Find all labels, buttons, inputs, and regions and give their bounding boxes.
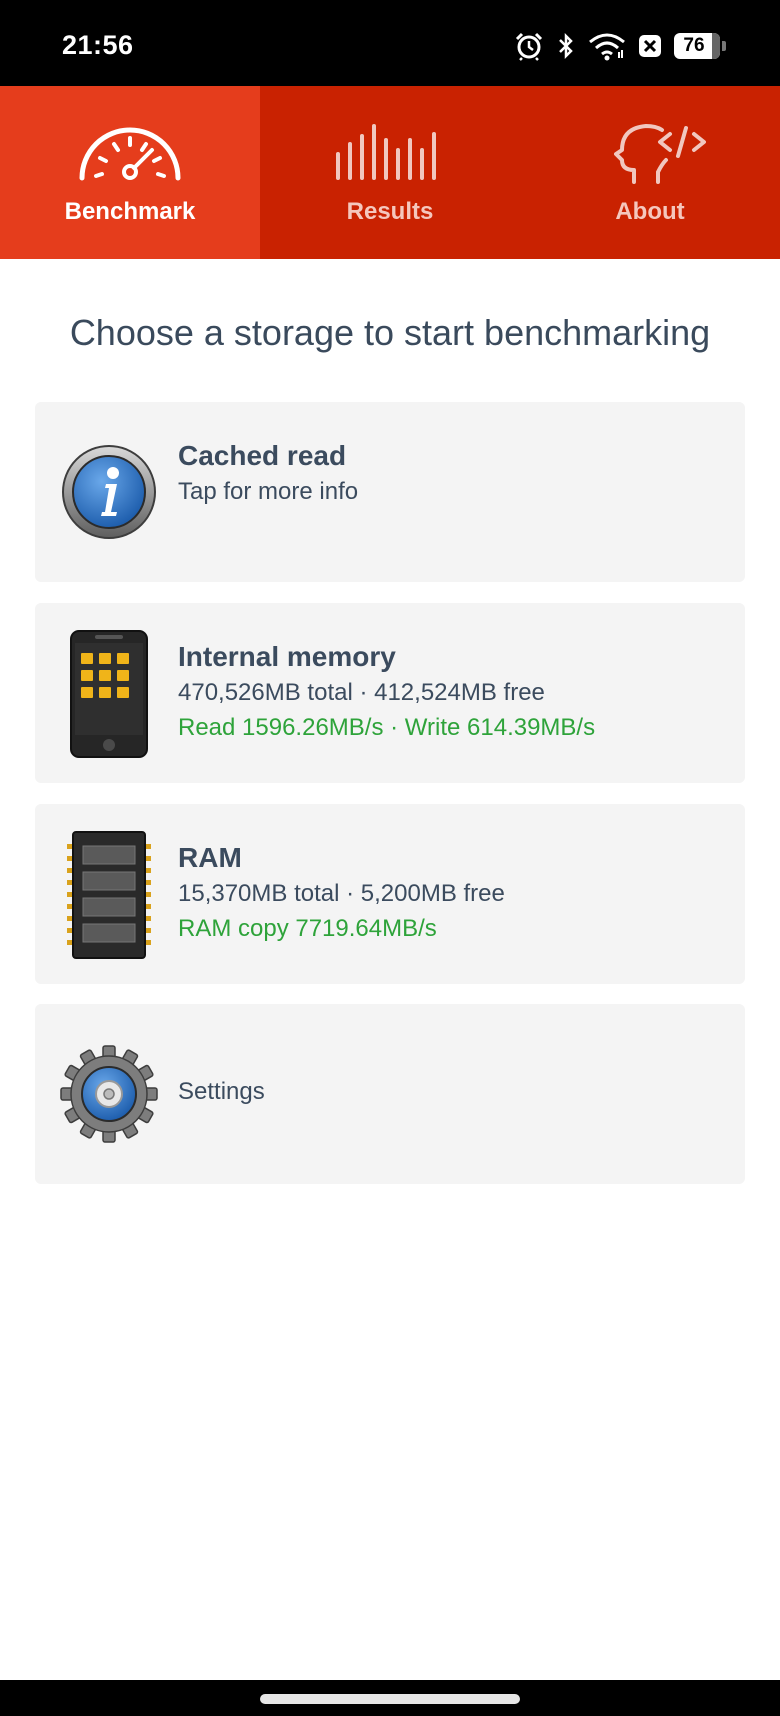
tab-results[interactable]: Results	[260, 86, 520, 259]
home-gesture-handle[interactable]	[260, 1694, 520, 1704]
bars-icon	[334, 120, 446, 184]
gear-icon	[59, 1044, 159, 1144]
tab-label: Results	[346, 198, 434, 225]
cached-read-card[interactable]: Cached read Tap for more info	[35, 402, 745, 582]
phone-icon	[59, 629, 159, 759]
tab-benchmark[interactable]: Benchmark	[0, 86, 260, 259]
card-size-line: 470,526MB total · 412,524MB free	[178, 679, 545, 706]
card-title: Internal memory	[178, 641, 396, 672]
status-time: 21:56	[62, 30, 134, 60]
bluetooth-icon	[556, 31, 576, 61]
card-title: RAM	[178, 842, 242, 873]
settings-label: Settings	[178, 1078, 265, 1105]
card-size-line: 15,370MB total · 5,200MB free	[178, 880, 505, 907]
status-bar: 21:56 76	[0, 0, 780, 86]
card-speed-line: Read 1596.26MB/s · Write 614.39MB/s	[178, 714, 596, 741]
ram-card[interactable]: RAM 15,370MB total · 5,200MB free RAM co…	[35, 804, 745, 984]
card-subtitle: Tap for more info	[178, 478, 359, 505]
internal-memory-text: Internal memory 470,526MB total · 412,52…	[178, 639, 595, 745]
status-icons: 76	[514, 28, 726, 64]
speedometer-icon	[74, 120, 186, 184]
internal-memory-card[interactable]: Internal memory 470,526MB total · 412,52…	[35, 603, 745, 783]
settings-card[interactable]: Settings	[35, 1004, 745, 1184]
wifi-icon	[588, 31, 626, 61]
ram-chip-icon	[59, 830, 159, 960]
tab-about[interactable]: About	[520, 86, 780, 259]
info-icon	[59, 442, 159, 542]
tab-label: About	[615, 198, 685, 225]
cached-read-text: Cached read Tap for more info	[178, 438, 358, 509]
tab-bar: Benchmark Results About	[0, 86, 780, 259]
ram-text: RAM 15,370MB total · 5,200MB free RAM co…	[178, 840, 505, 946]
tab-label: Benchmark	[64, 198, 196, 225]
notification-x-icon	[638, 33, 662, 59]
head-code-icon	[594, 120, 706, 184]
alarm-icon	[514, 31, 544, 61]
navigation-bar	[0, 1680, 780, 1716]
card-title: Cached read	[178, 440, 347, 471]
battery-level: 76	[683, 35, 705, 56]
page-title: Choose a storage to start benchmarking	[69, 312, 711, 353]
battery-icon: 76	[674, 33, 726, 59]
card-speed-line: RAM copy 7719.64MB/s	[178, 915, 437, 942]
